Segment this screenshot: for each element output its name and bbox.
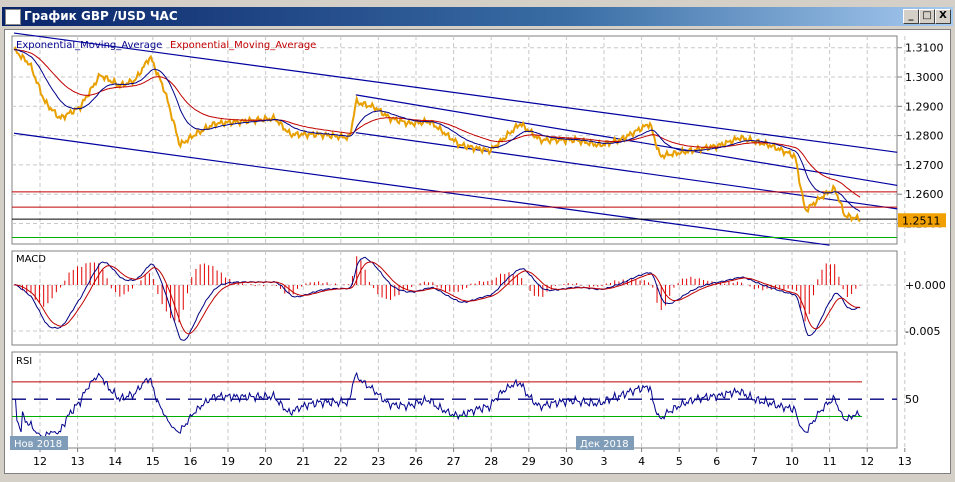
- x-tick-label: 23: [371, 455, 385, 468]
- macd-tick-label: -0.005: [905, 325, 940, 338]
- x-tick-label: 21: [296, 455, 310, 468]
- month-label: Дек 2018: [580, 439, 629, 450]
- x-tick-label: 22: [334, 455, 348, 468]
- x-tick-label: 3: [601, 455, 608, 468]
- x-tick-label: 6: [713, 455, 720, 468]
- price-tick-label: 1.2900: [905, 100, 944, 113]
- rsi-panel-label: RSI: [16, 356, 32, 367]
- x-tick-label: 4: [638, 455, 645, 468]
- rsi-tick-label: 50: [905, 393, 919, 406]
- x-tick-label: 15: [146, 455, 160, 468]
- x-tick-label: 28: [484, 455, 498, 468]
- x-tick-label: 26: [409, 455, 423, 468]
- price-tick-label: 1.2600: [905, 188, 944, 201]
- x-tick-label: 12: [33, 455, 47, 468]
- x-tick-label: 19: [221, 455, 235, 468]
- legend-ema-fast: Exponential_Moving_Average: [16, 40, 162, 51]
- legend-ema-slow: Exponential_Moving_Average: [170, 40, 316, 51]
- current-price-label: 1.2511: [902, 214, 941, 227]
- x-tick-label: 14: [108, 455, 122, 468]
- x-tick-label: 12: [860, 455, 874, 468]
- x-tick-label: 7: [751, 455, 758, 468]
- macd-tick-label: +0.000: [905, 279, 946, 292]
- x-tick-label: 16: [183, 455, 197, 468]
- price-tick-label: 1.2700: [905, 159, 944, 172]
- x-tick-label: 30: [559, 455, 573, 468]
- x-tick-label: 27: [447, 455, 461, 468]
- price-tick-label: 1.3100: [905, 42, 944, 55]
- x-tick-label: 20: [259, 455, 273, 468]
- status-bar: [0, 474, 955, 482]
- macd-panel-label: MACD: [16, 254, 46, 265]
- x-tick-label: 5: [676, 455, 683, 468]
- month-label: Нов 2018: [14, 439, 62, 450]
- x-tick-label: 29: [522, 455, 536, 468]
- x-tick-label: 13: [71, 455, 85, 468]
- x-tick-label: 13: [898, 455, 912, 468]
- rsi-panel: [11, 351, 898, 449]
- x-tick-label: 10: [785, 455, 799, 468]
- price-tick-label: 1.3000: [905, 71, 944, 84]
- x-tick-label: 11: [823, 455, 837, 468]
- chart-canvas[interactable]: 12 13 14 15 16 19 20 21 22 23 26 27 28 29 30 3 4 5 6 7 10 11 1…: [0, 0, 955, 482]
- price-tick-label: 1.2800: [905, 130, 944, 143]
